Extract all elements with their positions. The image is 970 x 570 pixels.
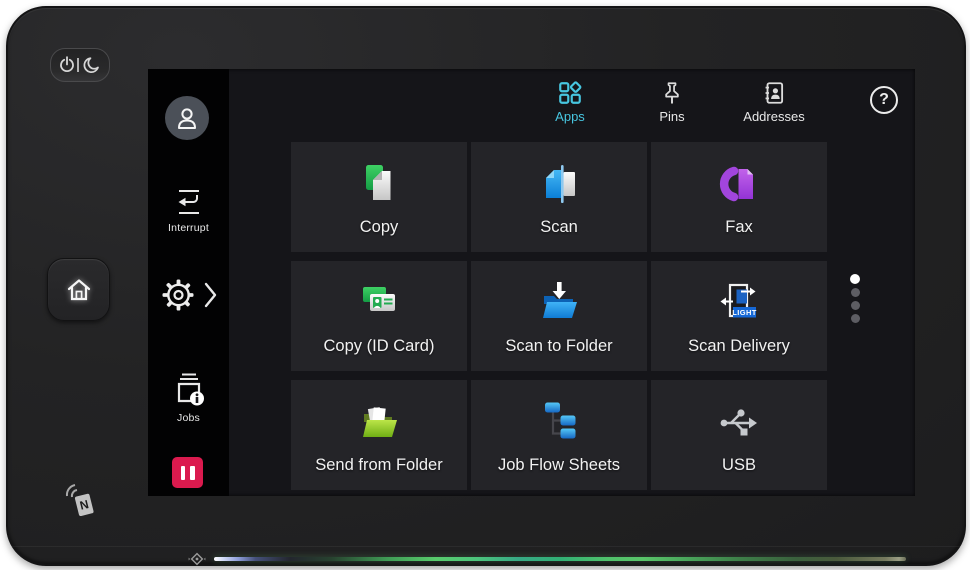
apps-grid-icon bbox=[559, 81, 582, 104]
app-tile-fax[interactable]: Fax bbox=[651, 142, 827, 252]
status-led-strip bbox=[214, 557, 906, 561]
sidebar: Interrupt Jobs bbox=[148, 69, 229, 496]
power-wake-button[interactable] bbox=[50, 48, 110, 82]
touchscreen: Interrupt Jobs Apps Pins Addresses ? Cop… bbox=[148, 69, 915, 496]
panel-seam bbox=[8, 546, 964, 547]
nfc-touch-area[interactable]: N bbox=[60, 480, 102, 524]
app-label: Scan bbox=[540, 217, 578, 236]
copy-icon bbox=[366, 164, 391, 200]
app-label: USB bbox=[722, 455, 756, 474]
interrupt-icon bbox=[178, 190, 199, 214]
nfc-icon: N bbox=[65, 484, 94, 517]
jobs-label: Jobs bbox=[177, 412, 200, 424]
fax-icon bbox=[719, 166, 753, 201]
app-tile-send-from-folder[interactable]: Send from Folder bbox=[291, 380, 467, 490]
interrupt-label: Interrupt bbox=[168, 222, 209, 234]
pause-bar bbox=[190, 465, 195, 480]
page-indicator[interactable] bbox=[849, 270, 861, 327]
app-grid: Copy Scan Fax Copy (ID Card) Scan to Fol… bbox=[291, 142, 827, 490]
app-label: Job Flow Sheets bbox=[498, 455, 620, 474]
app-tile-scan-delivery[interactable]: LIGHT Scan Delivery bbox=[651, 261, 827, 371]
power-moon-icon bbox=[60, 56, 99, 73]
app-label: Scan Delivery bbox=[688, 336, 790, 355]
jobs-icon bbox=[177, 373, 204, 406]
app-tile-scan[interactable]: Scan bbox=[471, 142, 647, 252]
gear-icon bbox=[162, 279, 193, 311]
home-icon bbox=[67, 278, 90, 300]
tab-addresses[interactable]: Addresses bbox=[719, 80, 829, 124]
pin-icon bbox=[665, 82, 679, 104]
home-button[interactable] bbox=[47, 258, 110, 321]
tab-apps-label: Apps bbox=[555, 109, 585, 124]
settings-gear-chevron bbox=[162, 279, 216, 311]
app-tile-job-flow-sheets[interactable]: Job Flow Sheets bbox=[471, 380, 647, 490]
interrupt-button[interactable]: Interrupt bbox=[148, 187, 229, 234]
scan-to-folder-icon bbox=[543, 281, 577, 318]
tab-pins-label: Pins bbox=[659, 109, 685, 124]
usb-icon bbox=[720, 408, 757, 435]
page-dot-active bbox=[850, 274, 860, 284]
address-book-icon bbox=[765, 82, 784, 104]
app-label: Copy (ID Card) bbox=[323, 336, 435, 355]
settings-panel-toggle[interactable] bbox=[148, 277, 229, 313]
svg-text:LIGHT: LIGHT bbox=[732, 308, 757, 317]
id-card-icon bbox=[363, 286, 395, 311]
page-dot bbox=[850, 314, 860, 323]
help-question-icon: ? bbox=[879, 91, 889, 108]
job-flow-sheets-icon bbox=[545, 402, 576, 438]
app-label: Fax bbox=[725, 217, 753, 236]
scan-icon bbox=[546, 164, 575, 203]
tab-apps[interactable]: Apps bbox=[515, 80, 625, 124]
app-label: Scan to Folder bbox=[505, 336, 613, 355]
printer-control-panel: N Interrupt Jobs Apps Pins Addresses ? C… bbox=[6, 6, 966, 566]
chevron-right-icon bbox=[204, 282, 216, 308]
page-dot bbox=[850, 288, 860, 297]
help-button[interactable]: ? bbox=[870, 86, 898, 114]
tab-addresses-label: Addresses bbox=[743, 109, 805, 124]
send-from-folder-icon bbox=[363, 406, 397, 437]
app-tile-copy[interactable]: Copy bbox=[291, 142, 467, 252]
app-tile-copy-id-card[interactable]: Copy (ID Card) bbox=[291, 261, 467, 371]
user-icon bbox=[178, 108, 196, 129]
data-indicator-icon bbox=[188, 552, 206, 566]
app-label: Send from Folder bbox=[315, 455, 443, 474]
app-label: Copy bbox=[359, 217, 399, 236]
app-tile-usb[interactable]: USB bbox=[651, 380, 827, 490]
user-login-button[interactable] bbox=[165, 96, 209, 140]
tab-pins[interactable]: Pins bbox=[617, 80, 727, 124]
jobs-button[interactable]: Jobs bbox=[148, 371, 229, 424]
status-led-area bbox=[188, 552, 906, 566]
pause-bar bbox=[180, 465, 185, 480]
pause-button[interactable] bbox=[172, 457, 203, 488]
scan-delivery-icon: LIGHT bbox=[720, 283, 757, 317]
page-dot bbox=[850, 301, 860, 310]
app-tile-scan-to-folder[interactable]: Scan to Folder bbox=[471, 261, 647, 371]
home-screen: Apps Pins Addresses ? Copy Scan Fax Copy… bbox=[229, 69, 915, 496]
